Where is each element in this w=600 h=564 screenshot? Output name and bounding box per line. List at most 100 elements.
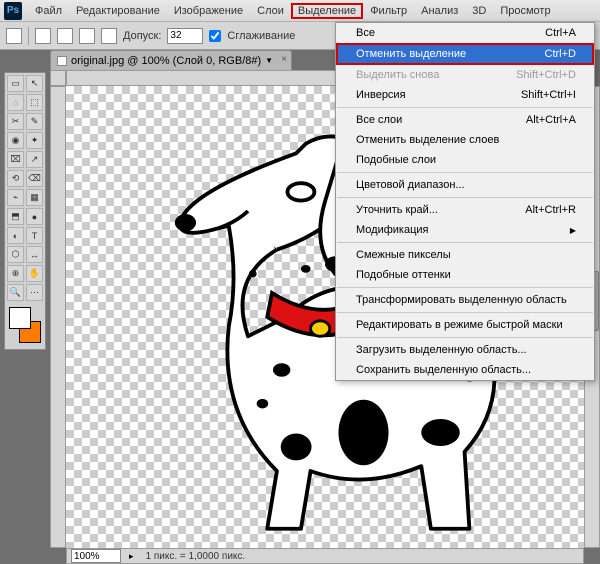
menu-фильтр[interactable]: Фильтр <box>363 3 414 19</box>
menu-item-редактировать-в-режиме-быстрой-маски[interactable]: Редактировать в режиме быстрой маски <box>336 315 594 335</box>
tool-23[interactable]: ⋯ <box>26 284 43 301</box>
menu-изображение[interactable]: Изображение <box>167 3 250 19</box>
menu-item-label: Модификация <box>356 224 429 236</box>
menu-separator <box>337 287 593 288</box>
tool-7[interactable]: ✦ <box>26 132 43 149</box>
tool-21[interactable]: ✋ <box>26 265 43 282</box>
menu-item-label: Трансформировать выделенную область <box>356 294 567 306</box>
tool-12[interactable]: ⌁ <box>7 189 24 206</box>
menu-item-shortcut: Alt+Ctrl+A <box>526 114 576 126</box>
menu-item-shortcut: Ctrl+D <box>545 48 576 60</box>
tool-18[interactable]: ⬡ <box>7 246 24 263</box>
tool-16[interactable]: ◐ <box>7 227 24 244</box>
separator <box>28 27 29 45</box>
tool-15[interactable]: ● <box>26 208 43 225</box>
menu-item-shortcut: Alt+Ctrl+R <box>525 204 576 216</box>
menu-item-label: Загрузить выделенную область... <box>356 344 527 356</box>
menu-separator <box>337 197 593 198</box>
tool-3[interactable]: ⬚ <box>26 94 43 111</box>
tool-1[interactable]: ↖ <box>26 75 43 92</box>
selection-mode-new-icon[interactable] <box>35 28 51 44</box>
menu-item-подобные-оттенки[interactable]: Подобные оттенки <box>336 265 594 285</box>
menubar: Ps ФайлРедактированиеИзображениеСлоиВыде… <box>0 0 600 22</box>
tool-11[interactable]: ⌫ <box>26 170 43 187</box>
menu-separator <box>337 242 593 243</box>
menu-item-label: Уточнить край... <box>356 204 438 216</box>
tool-20[interactable]: ⊕ <box>7 265 24 282</box>
doc-size-icon[interactable]: ▸ <box>129 551 134 562</box>
document-tab-label: original.jpg @ 100% (Слой 0, RGB/8#) <box>71 55 261 67</box>
menu-item-label: Отменить выделение <box>356 48 466 60</box>
menu-item-отменить-выделение-слоев[interactable]: Отменить выделение слоев <box>336 130 594 150</box>
menu-item-все-слои[interactable]: Все слои Alt+Ctrl+A <box>336 110 594 130</box>
close-tab-icon[interactable]: × <box>281 54 287 65</box>
status-bar: ▸ 1 пикс. = 1,0000 пикс. <box>66 548 584 564</box>
tool-10[interactable]: ⟲ <box>7 170 24 187</box>
menu-item-label: Выделить снова <box>356 69 439 81</box>
selection-mode-subtract-icon[interactable] <box>79 28 95 44</box>
menu-item-модификация[interactable]: Модификация▶ <box>336 220 594 240</box>
menu-item-инверсия[interactable]: ИнверсияShift+Ctrl+I <box>336 85 594 105</box>
menu-item-подобные-слои[interactable]: Подобные слои <box>336 150 594 170</box>
menu-item-отменить-выделение[interactable]: Отменить выделение Ctrl+D <box>336 43 594 65</box>
menu-просмотр[interactable]: Просмотр <box>493 3 557 19</box>
menu-файл[interactable]: Файл <box>28 3 69 19</box>
foreground-color-swatch[interactable] <box>9 307 31 329</box>
tool-5[interactable]: ✎ <box>26 113 43 130</box>
menu-item-все[interactable]: Все Ctrl+A <box>336 23 594 43</box>
menu-3d[interactable]: 3D <box>465 3 493 19</box>
menu-item-сохранить-выделенную-область-[interactable]: Сохранить выделенную область... <box>336 360 594 380</box>
menu-item-трансформировать-выделенную-область[interactable]: Трансформировать выделенную область <box>336 290 594 310</box>
menu-анализ[interactable]: Анализ <box>414 3 465 19</box>
menu-item-выделить-снова: Выделить снова Shift+Ctrl+D <box>336 65 594 85</box>
menu-item-цветовой-диапазон-[interactable]: Цветовой диапазон... <box>336 175 594 195</box>
ruler-origin[interactable] <box>50 70 66 86</box>
document-tab[interactable]: original.jpg @ 100% (Слой 0, RGB/8#) ▼ × <box>50 50 292 70</box>
menu-item-shortcut: Ctrl+A <box>545 27 576 39</box>
tool-8[interactable]: ⌧ <box>7 151 24 168</box>
app-logo: Ps <box>4 2 22 20</box>
zoom-input[interactable] <box>71 549 121 563</box>
menu-item-смежные-пикселы[interactable]: Смежные пикселы <box>336 245 594 265</box>
color-swatches[interactable] <box>9 307 41 343</box>
chevron-down-icon[interactable]: ▼ <box>265 56 273 65</box>
menu-item-загрузить-выделенную-область-[interactable]: Загрузить выделенную область... <box>336 340 594 360</box>
menu-item-label: Все слои <box>356 114 402 126</box>
tools-panel: ▭↖◌⬚✂✎◉✦⌧↗⟲⌫⌁▦⬒●◐T⬡↔⊕✋🔍⋯ <box>4 72 46 350</box>
antialias-checkbox[interactable] <box>209 30 221 42</box>
tool-19[interactable]: ↔ <box>26 246 43 263</box>
menu-item-label: Все <box>356 27 375 39</box>
select-menu-dropdown: Все Ctrl+A Отменить выделение Ctrl+D Выделит… <box>335 22 595 381</box>
menu-выделение[interactable]: Выделение <box>291 3 363 19</box>
menu-item-уточнить-край-[interactable]: Уточнить край... Alt+Ctrl+R <box>336 200 594 220</box>
tool-14[interactable]: ⬒ <box>7 208 24 225</box>
selection-mode-add-icon[interactable] <box>57 28 73 44</box>
menu-item-label: Подобные слои <box>356 154 436 166</box>
antialias-label: Сглаживание <box>227 30 295 42</box>
tolerance-input[interactable] <box>167 28 203 44</box>
menu-separator <box>337 172 593 173</box>
tool-17[interactable]: T <box>26 227 43 244</box>
menu-слои[interactable]: Слои <box>250 3 291 19</box>
menu-item-label: Подобные оттенки <box>356 269 451 281</box>
tool-9[interactable]: ↗ <box>26 151 43 168</box>
tool-preset-icon[interactable] <box>6 28 22 44</box>
tool-0[interactable]: ▭ <box>7 75 24 92</box>
tool-13[interactable]: ▦ <box>26 189 43 206</box>
menu-item-label: Редактировать в режиме быстрой маски <box>356 319 563 331</box>
menu-item-label: Отменить выделение слоев <box>356 134 499 146</box>
tool-6[interactable]: ◉ <box>7 132 24 149</box>
document-icon <box>57 56 67 66</box>
menu-редактирование[interactable]: Редактирование <box>69 3 167 19</box>
menu-item-label: Цветовой диапазон... <box>356 179 465 191</box>
menu-item-label: Сохранить выделенную область... <box>356 364 531 376</box>
ruler-vertical[interactable] <box>50 86 66 548</box>
menu-item-shortcut: Shift+Ctrl+D <box>516 69 576 81</box>
tool-22[interactable]: 🔍 <box>7 284 24 301</box>
menu-separator <box>337 312 593 313</box>
selection-mode-intersect-icon[interactable] <box>101 28 117 44</box>
menu-separator <box>337 337 593 338</box>
tool-2[interactable]: ◌ <box>7 94 24 111</box>
tool-4[interactable]: ✂ <box>7 113 24 130</box>
menu-item-shortcut: Shift+Ctrl+I <box>521 89 576 101</box>
